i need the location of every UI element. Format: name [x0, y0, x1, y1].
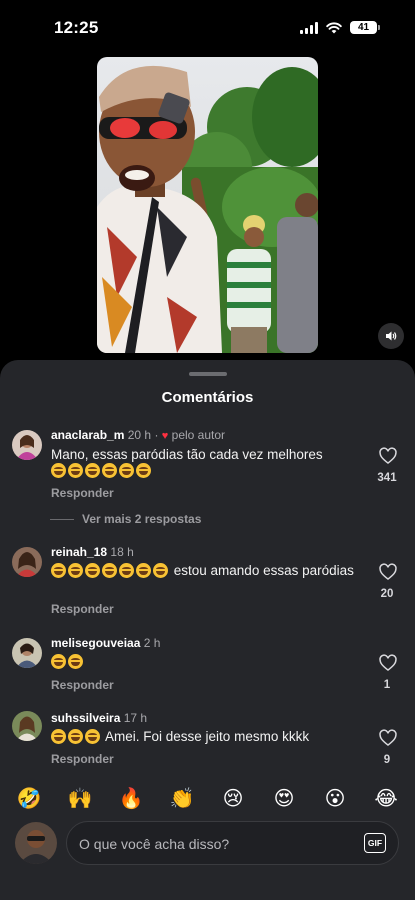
laughing-emoji-icon [68, 563, 83, 578]
laughing-emoji-icon [85, 563, 100, 578]
status-icons: 41 [300, 21, 380, 34]
comment-composer: GIF [66, 821, 399, 866]
reply-button[interactable]: Responder [51, 486, 114, 500]
comment-text-body: estou amando essas paródias [173, 563, 354, 578]
like-count: 9 [383, 754, 391, 766]
video-player[interactable] [97, 57, 318, 353]
comment-username[interactable]: anaclarab_m [51, 428, 124, 442]
reaction-crying-icon[interactable]: 😢 [219, 784, 247, 812]
reply-button[interactable]: Responder [51, 752, 114, 766]
laughing-emoji-icon [68, 463, 83, 478]
comment-time: 17 h [123, 711, 148, 725]
comment-time: 2 h [143, 636, 161, 650]
comment-header: reinah_18 18 h [51, 545, 134, 559]
replies-divider-line [50, 518, 74, 520]
laugh-emoji-group [51, 563, 170, 578]
cellular-signal-icon [300, 21, 318, 34]
sound-toggle-button[interactable] [378, 323, 404, 349]
speaker-icon [386, 331, 397, 341]
view-more-replies-label: Ver mais 2 respostas [82, 512, 202, 526]
laughing-emoji-icon [119, 563, 134, 578]
reaction-heart-eyes-icon[interactable]: 😍 [270, 784, 298, 812]
author-heart-icon: ♥ [161, 430, 169, 442]
heart-outline-icon[interactable] [378, 653, 398, 673]
comment-username[interactable]: suhssilveira [51, 711, 120, 725]
comment-text: Mano, essas paródias tão cada vez melhor… [51, 447, 361, 479]
laughing-emoji-icon [136, 463, 151, 478]
view-more-replies-button[interactable]: Ver mais 2 respostas [50, 512, 201, 526]
like-count: 341 [377, 472, 397, 484]
laughing-emoji-icon [51, 729, 66, 744]
gif-icon[interactable]: GIF [364, 833, 386, 853]
comments-sheet: Comentários anaclarab_m 20 h · ♥ pelo au… [0, 360, 415, 900]
reply-button[interactable]: Responder [51, 602, 114, 616]
comment-text [51, 654, 361, 670]
comment-text-body: Amei. Foi desse jeito mesmo kkkk [105, 729, 310, 744]
heart-outline-icon[interactable] [378, 446, 398, 466]
laughing-emoji-icon [102, 563, 117, 578]
comment-text-body: Mano, essas paródias tão cada vez melhor… [51, 447, 323, 462]
avatar[interactable] [12, 638, 42, 668]
sheet-grabber[interactable] [189, 372, 227, 376]
comment-input[interactable] [79, 822, 339, 866]
status-bar: 12:25 41 [0, 0, 415, 54]
reaction-clap-icon[interactable]: 👏 [168, 784, 196, 812]
comment-time: 20 h [127, 428, 152, 442]
laughing-emoji-icon [85, 463, 100, 478]
comment-header: anaclarab_m 20 h · ♥ pelo autor [51, 428, 226, 442]
comment-time: 18 h [110, 545, 134, 559]
reaction-fire-icon[interactable]: 🔥 [117, 784, 145, 812]
laugh-emoji-group [51, 654, 85, 669]
heart-outline-icon[interactable] [378, 728, 398, 748]
reaction-raised-hands-icon[interactable]: 🙌 [66, 784, 94, 812]
sheet-title: Comentários [161, 389, 254, 406]
status-time: 12:25 [54, 18, 99, 37]
heart-outline-icon[interactable] [378, 562, 398, 582]
laughing-emoji-icon [68, 729, 83, 744]
laughing-emoji-icon [51, 654, 66, 669]
laughing-emoji-icon [68, 654, 83, 669]
battery-icon: 41 [350, 21, 380, 34]
comment-header: melisegouveiaa 2 h [51, 636, 160, 650]
like-count: 20 [380, 588, 394, 600]
comment-header: suhssilveira 17 h [51, 711, 147, 725]
laughing-emoji-icon [153, 563, 168, 578]
avatar[interactable] [12, 711, 42, 741]
laughing-emoji-icon [136, 563, 151, 578]
like-count: 1 [383, 679, 391, 691]
comment-username[interactable]: melisegouveiaa [51, 636, 140, 650]
avatar[interactable] [12, 430, 42, 460]
laughing-emoji-icon [102, 463, 117, 478]
video-frame-image [97, 57, 318, 353]
reply-button[interactable]: Responder [51, 678, 114, 692]
reaction-rofl-icon[interactable]: 🤣 [15, 784, 43, 812]
laughing-emoji-icon [119, 463, 134, 478]
author-note: pelo autor [171, 428, 226, 442]
comment-text: Amei. Foi desse jeito mesmo kkkk [51, 729, 361, 745]
comment-text: estou amando essas paródias [51, 563, 361, 579]
quick-reactions-bar: 🤣 🙌 🔥 👏 😢 😍 😮 😂 [0, 784, 415, 812]
laugh-emoji-group [51, 729, 102, 744]
laughing-emoji-icon [51, 563, 66, 578]
reaction-tears-of-joy-icon[interactable]: 😂 [372, 784, 400, 812]
laugh-emoji-group [51, 463, 153, 478]
laughing-emoji-icon [85, 729, 100, 744]
avatar[interactable] [12, 547, 42, 577]
reaction-surprised-icon[interactable]: 😮 [321, 784, 349, 812]
comment-username[interactable]: reinah_18 [51, 545, 107, 559]
composer-avatar [15, 822, 57, 864]
wifi-icon [326, 21, 342, 33]
laughing-emoji-icon [51, 463, 66, 478]
